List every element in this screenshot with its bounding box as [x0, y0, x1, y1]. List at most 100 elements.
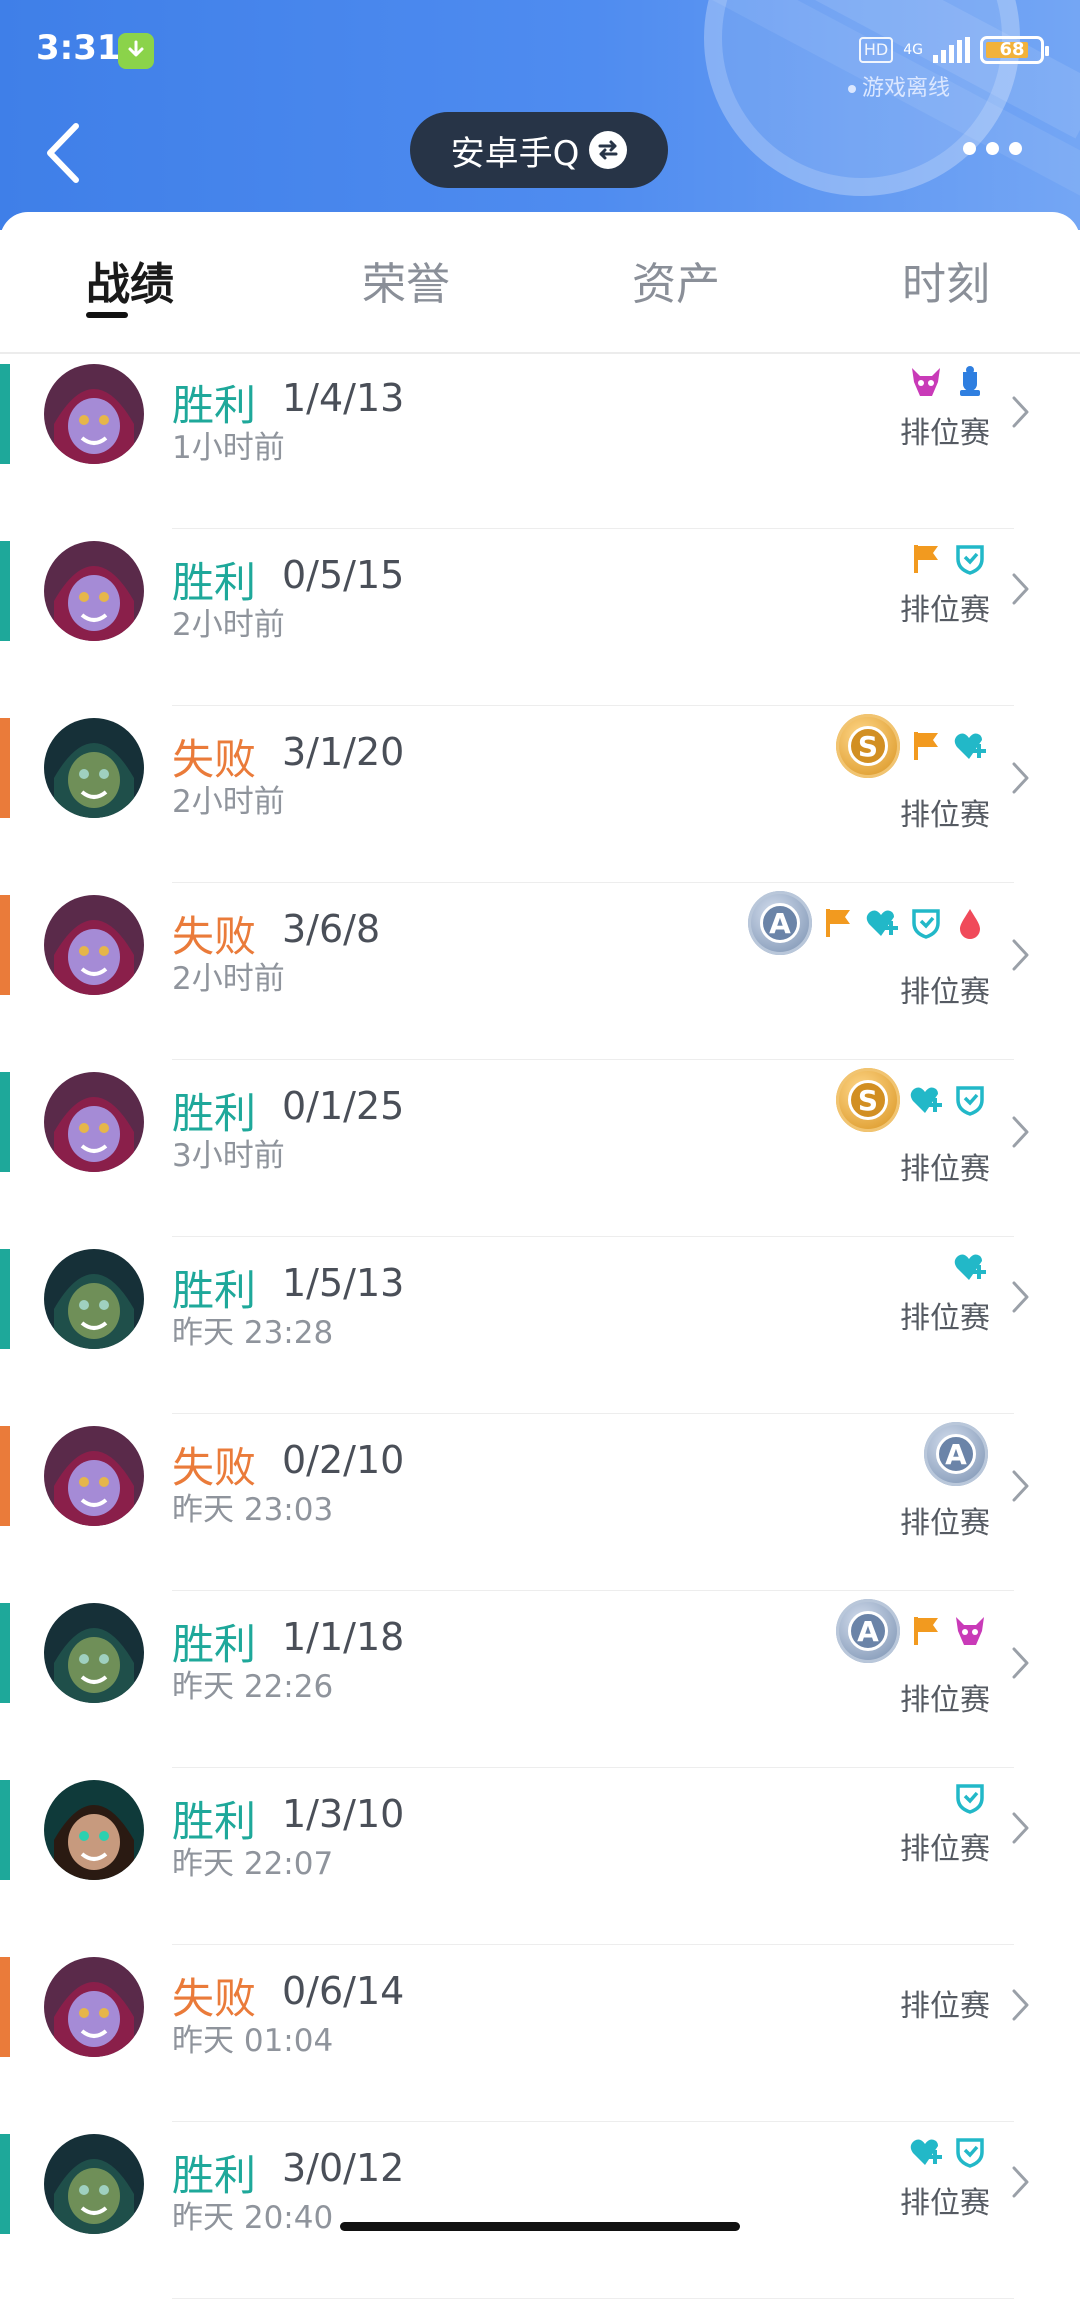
match-kda: 0/5/15: [282, 553, 405, 597]
match-time: 2小时前: [172, 784, 285, 820]
network-label: 4G: [903, 42, 923, 58]
battery-icon: 68: [980, 36, 1049, 64]
result-indicator-bar: [0, 2134, 10, 2234]
result-indicator-bar: [0, 1957, 10, 2057]
match-row[interactable]: 胜利 1/4/13 1小时前 排位赛: [0, 352, 1080, 529]
match-mode: 排位赛: [900, 1832, 990, 1867]
match-row[interactable]: 胜利 0/5/15 2小时前 排位赛: [0, 529, 1080, 706]
match-row[interactable]: 胜利 1/3/10 昨天 22:07 排位赛: [0, 1768, 1080, 1945]
back-button[interactable]: [40, 118, 90, 188]
flag-icon: [826, 909, 850, 937]
tab-assets[interactable]: 资产: [632, 248, 720, 312]
tab-honor[interactable]: 荣誉: [362, 248, 450, 312]
account-label: 安卓手Q: [450, 133, 580, 174]
chevron-right-icon: [1012, 1812, 1029, 1844]
chevron-right-icon: [1012, 396, 1029, 428]
result-indicator-bar: [0, 1780, 10, 1880]
chevron-right-icon: [1012, 1647, 1029, 1679]
status-time: 3:31: [36, 28, 121, 68]
more-options-button[interactable]: [963, 142, 1022, 155]
match-row[interactable]: 胜利 1/1/18 昨天 22:26 A 排位赛: [0, 1591, 1080, 1768]
hd-icon: HD: [858, 37, 894, 63]
match-badges: [952, 1249, 988, 1285]
offline-text: 游戏离线: [861, 76, 950, 101]
result-indicator-bar: [0, 1603, 10, 1703]
result-indicator-bar: [0, 895, 10, 995]
hero-avatar: [44, 541, 144, 641]
result-indicator-bar: [0, 1249, 10, 1349]
tab-moments[interactable]: 时刻: [902, 248, 990, 312]
hero-avatar: [44, 1603, 144, 1703]
match-row[interactable]: 失败 3/1/20 2小时前 S 排位赛: [0, 706, 1080, 883]
result-indicator-bar: [0, 1072, 10, 1172]
match-kda: 1/4/13: [282, 376, 405, 420]
signal-icon: [933, 37, 970, 63]
match-row[interactable]: 失败 0/2/10 昨天 23:03 A 排位赛: [0, 1414, 1080, 1591]
match-row[interactable]: 胜利 1/5/13 昨天 23:28 排位赛: [0, 1237, 1080, 1414]
match-time: 昨天 22:26: [172, 1669, 334, 1705]
match-badges: [908, 364, 988, 400]
result-indicator-bar: [0, 718, 10, 818]
match-time: 3小时前: [172, 1138, 285, 1174]
match-row[interactable]: 胜利 3/0/12 昨天 20:40 排位赛: [0, 2122, 1080, 2299]
chevron-right-icon: [1012, 939, 1029, 971]
match-mode: 排位赛: [900, 1152, 990, 1187]
account-switcher[interactable]: 安卓手Q: [410, 112, 668, 188]
chevron-right-icon: [1012, 1470, 1029, 1502]
match-mode: 排位赛: [900, 975, 990, 1010]
flag-icon: [914, 545, 938, 573]
hero-avatar: [44, 1072, 144, 1172]
match-kda: 0/1/25: [282, 1084, 405, 1128]
match-mode: 排位赛: [900, 1683, 990, 1718]
download-icon: [118, 33, 154, 69]
game-offline-status: 游戏离线: [847, 70, 950, 102]
tab-record[interactable]: 战绩: [86, 248, 174, 312]
chevron-right-icon: [1012, 2166, 1029, 2198]
match-row[interactable]: 失败 0/6/14 昨天 01:04 排位赛: [0, 1945, 1080, 2122]
match-badges: A: [748, 891, 988, 955]
match-mode: 排位赛: [900, 1301, 990, 1336]
match-kda: 1/5/13: [282, 1261, 405, 1305]
match-mode: 排位赛: [900, 1506, 990, 1541]
active-tab-indicator: [86, 312, 128, 318]
match-badges: S: [836, 714, 988, 778]
chevron-right-icon: [1012, 573, 1029, 605]
heart-plus-icon: [866, 910, 898, 936]
a-medal-icon: A: [748, 891, 812, 955]
demon-mask-icon: [912, 368, 940, 396]
result-indicator-bar: [0, 541, 10, 641]
match-mode: 排位赛: [900, 416, 990, 451]
chevron-right-icon: [1012, 1281, 1029, 1313]
match-row[interactable]: 失败 3/6/8 2小时前 A 排位赛: [0, 883, 1080, 1060]
demon-mask-icon: [956, 1617, 984, 1645]
flag-icon: [914, 1617, 938, 1645]
chevron-right-icon: [1012, 762, 1029, 794]
hero-avatar: [44, 364, 144, 464]
match-badges: S: [836, 1068, 988, 1132]
match-time: 昨天 22:07: [172, 1846, 334, 1882]
a-medal-icon: A: [924, 1422, 988, 1486]
match-badges: [908, 541, 988, 577]
match-mode: 排位赛: [900, 798, 990, 833]
match-kda: 0/2/10: [282, 1438, 405, 1482]
app-header: 3:31 HD 4G 68 游戏离线 安卓手Q: [0, 0, 1080, 230]
heart-plus-icon: [954, 1254, 986, 1280]
heart-plus-icon: [910, 2139, 942, 2165]
flag-icon: [914, 732, 938, 760]
match-kda: 3/1/20: [282, 730, 405, 774]
hero-avatar: [44, 1780, 144, 1880]
trophy-icon: [960, 366, 980, 396]
system-icons: HD 4G 68: [858, 30, 1049, 70]
chevron-left-icon: [47, 123, 79, 183]
match-time: 昨天 01:04: [172, 2023, 334, 2059]
battery-level: 68: [999, 39, 1025, 60]
shield-icon: [956, 545, 984, 575]
hero-avatar: [44, 895, 144, 995]
match-badges: A: [924, 1422, 988, 1486]
shield-icon: [956, 1086, 984, 1116]
blood-drop-icon: [960, 909, 980, 939]
home-indicator[interactable]: [340, 2222, 740, 2231]
match-time: 2小时前: [172, 961, 285, 997]
heart-plus-icon: [910, 1087, 942, 1113]
match-row[interactable]: 胜利 0/1/25 3小时前 S 排位赛: [0, 1060, 1080, 1237]
